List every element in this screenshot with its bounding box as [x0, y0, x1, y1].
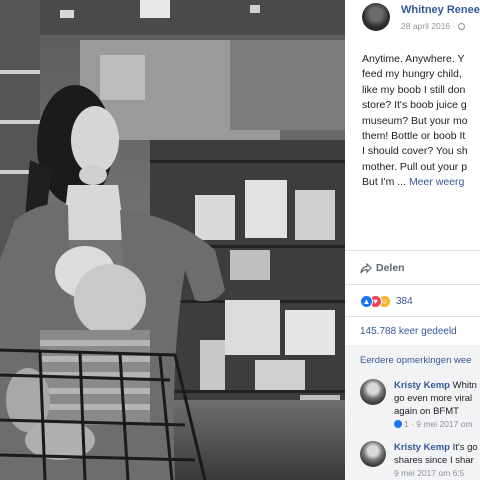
comment-like-count[interactable]: 1	[404, 419, 409, 429]
reaction-count[interactable]: 384	[396, 296, 413, 307]
share-count[interactable]: 145.788 keer gedeeld	[360, 326, 457, 337]
post-text-line: feed my hungry child,	[362, 68, 462, 81]
share-button-label: Delen	[376, 262, 405, 274]
author-avatar[interactable]	[362, 3, 390, 31]
post-text-tail: But I'm ...	[362, 176, 407, 189]
comments-section: Eerdere opmerkingen wee Kristy Kemp Whit…	[345, 345, 480, 480]
divider	[345, 316, 480, 317]
comment-text: It's go	[452, 442, 478, 453]
post-text-line: But I'm ... Meer weerg	[362, 175, 480, 190]
share-icon	[360, 262, 372, 274]
globe-icon	[458, 23, 466, 30]
share-button[interactable]: Delen	[360, 262, 405, 274]
comment-meta: 9 mei 2017 om 6:5	[394, 467, 478, 480]
post-text-line: mother. Pull out your p	[362, 160, 468, 173]
comment-text-line: go even more viral	[394, 393, 473, 404]
comment-time[interactable]: · 9 mei 2017 om	[411, 419, 472, 429]
comment-body: Kristy Kemp It's go shares since I shar …	[394, 441, 478, 480]
post-text-line: museum? But your mo	[362, 114, 468, 127]
post-text-line: Anytime. Anywhere. Y	[362, 53, 465, 65]
divider	[345, 284, 480, 285]
like-icon	[394, 420, 402, 428]
post-date[interactable]: 28 april 2016 ·	[401, 21, 455, 31]
see-more-link[interactable]: Meer weerg	[409, 176, 464, 188]
comment-text-line: shares since I shar	[394, 455, 474, 466]
divider	[345, 250, 480, 251]
post-photo	[0, 0, 345, 480]
commenter-name[interactable]: Kristy Kemp	[394, 442, 450, 453]
photo-viewer[interactable]	[0, 0, 345, 480]
comment-body: Kristy Kemp Whitn go even more viral aga…	[394, 379, 477, 431]
comment-text: Whitn	[452, 380, 477, 391]
comment-text-line: again on BFMT	[394, 406, 459, 417]
commenter-name[interactable]: Kristy Kemp	[394, 380, 450, 391]
reactions-summary[interactable]: ▲ ♥ ☺ 384	[360, 293, 413, 311]
author-name[interactable]: Whitney Renee	[401, 4, 480, 16]
comment-time[interactable]: 9 mei 2017 om 6:5	[394, 468, 464, 478]
post-meta: 28 april 2016 ·	[401, 21, 466, 31]
comment-first-line: Kristy Kemp Whitn	[394, 379, 477, 392]
view-earlier-comments[interactable]: Eerdere opmerkingen wee	[360, 355, 471, 366]
post-text: Anytime. Anywhere. Y feed my hungry chil…	[362, 52, 480, 191]
commenter-avatar[interactable]	[360, 441, 386, 467]
post-text-line: I should cover? You sh	[362, 145, 468, 158]
commenter-avatar[interactable]	[360, 379, 386, 405]
post-text-line: store? It's boob juice g	[362, 99, 467, 112]
post-side-panel: Whitney Renee 28 april 2016 · Anytime. A…	[345, 0, 480, 480]
comment-meta: 1 · 9 mei 2017 om	[394, 418, 477, 431]
post-text-line: them! Bottle or boob It	[362, 130, 466, 143]
post-header: Whitney Renee 28 april 2016 ·	[345, 0, 480, 40]
post-text-line: like my boob I still don	[362, 83, 466, 96]
comment-first-line: Kristy Kemp It's go	[394, 441, 478, 454]
